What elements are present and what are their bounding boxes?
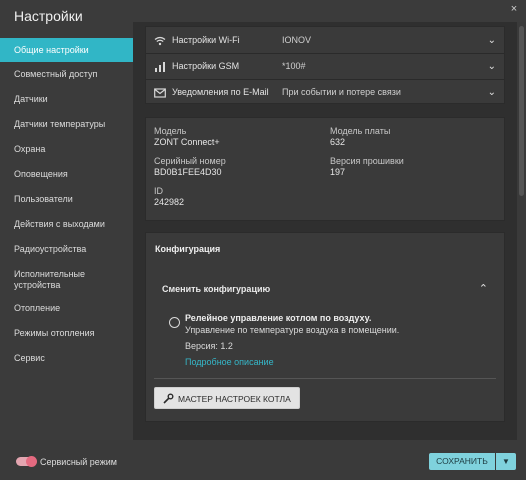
- configuration-title: Конфигурация: [155, 244, 221, 254]
- sidebar-item-temperature-sensors[interactable]: Датчики температуры: [0, 114, 133, 134]
- wifi-label: Настройки Wi-Fi: [172, 35, 240, 45]
- sidebar-item-users[interactable]: Пользователи: [0, 189, 133, 209]
- email-value: При событии и потере связи: [282, 87, 401, 97]
- chevron-up-icon: ⌃: [478, 283, 488, 295]
- sidebar-item-heating[interactable]: Отопление: [0, 298, 133, 318]
- chevron-down-icon: ⌄: [487, 61, 496, 72]
- service-mode-toggle[interactable]: [16, 456, 37, 467]
- settings-dialog: Настройки × Общие настройки Совместный д…: [0, 0, 526, 480]
- close-icon[interactable]: ×: [508, 3, 520, 15]
- gsm-label: Настройки GSM: [172, 61, 240, 71]
- sidebar-item-sharing[interactable]: Совместный доступ: [0, 64, 133, 84]
- configuration-radio[interactable]: [169, 317, 180, 328]
- caret-down-icon: ▼: [502, 457, 510, 466]
- divider: [154, 378, 496, 379]
- device-info-card: Модель ZONT Connect+ Модель платы 632 Се…: [145, 117, 505, 221]
- id-label: ID: [154, 186, 163, 196]
- email-notifications-row[interactable]: Уведомления по E-Mail При событии и поте…: [146, 80, 504, 105]
- option-version: Версия: 1.2: [185, 341, 233, 351]
- details-link[interactable]: Подробное описание: [185, 356, 399, 368]
- change-configuration-label: Сменить конфигурацию: [162, 284, 271, 294]
- change-configuration-header[interactable]: Сменить конфигурацию ⌃: [146, 278, 504, 300]
- dialog-title: Настройки: [14, 8, 83, 24]
- chevron-down-icon: ⌄: [487, 35, 496, 46]
- board-label: Модель платы: [330, 126, 391, 136]
- sidebar-item-radio-devices[interactable]: Радиоустройства: [0, 239, 133, 259]
- service-mode-label: Сервисный режим: [40, 457, 117, 467]
- wifi-settings-row[interactable]: Настройки Wi-Fi IONOV ⌄: [146, 28, 504, 54]
- model-value: ZONT Connect+: [154, 137, 220, 147]
- firmware-value: 197: [330, 167, 346, 177]
- dialog-footer: Сервисный режим СОХРАНИТЬ ▼: [0, 440, 526, 480]
- boiler-wizard-label: МАСТЕР НАСТРОЕК КОТЛА: [178, 394, 291, 404]
- sidebar-item-notifications[interactable]: Оповещения: [0, 164, 133, 184]
- sidebar-item-output-actions[interactable]: Действия с выходами: [0, 214, 133, 234]
- sidebar-item-actuators[interactable]: Исполнительные устройства: [0, 269, 100, 293]
- main-panel: Настройки Wi-Fi IONOV ⌄ Настройки GSM *1…: [133, 22, 517, 440]
- sidebar-item-heating-modes[interactable]: Режимы отопления: [0, 323, 133, 343]
- scrollbar[interactable]: [517, 22, 526, 440]
- sidebar-item-security[interactable]: Охрана: [0, 139, 133, 159]
- configuration-card: Конфигурация Сменить конфигурацию ⌃ Реле…: [145, 232, 505, 422]
- wrench-icon: [163, 393, 174, 406]
- scrollbar-thumb[interactable]: [519, 26, 524, 196]
- model-label: Модель: [154, 126, 187, 136]
- option-description: Управление по температуре воздуха в поме…: [185, 325, 400, 335]
- chevron-down-icon: ⌄: [487, 87, 496, 98]
- boiler-wizard-button[interactable]: МАСТЕР НАСТРОЕК КОТЛА: [154, 387, 300, 409]
- sidebar-item-sensors[interactable]: Датчики: [0, 89, 133, 109]
- sidebar-item-general[interactable]: Общие настройки: [0, 38, 133, 62]
- wifi-icon: [154, 28, 166, 53]
- sidebar-nav: Общие настройки Совместный доступ Датчик…: [0, 36, 133, 440]
- id-value: 242982: [154, 197, 185, 207]
- toggle-knob: [26, 456, 37, 467]
- signal-icon: [154, 54, 166, 79]
- wifi-value: IONOV: [282, 35, 312, 45]
- save-dropdown-button[interactable]: ▼: [496, 453, 516, 470]
- serial-label: Серийный номер: [154, 156, 226, 166]
- option-title: Релейное управление котлом по воздуху.: [185, 313, 372, 323]
- serial-value: BD0B1FEE4D30: [154, 167, 222, 177]
- connections-card: Настройки Wi-Fi IONOV ⌄ Настройки GSM *1…: [145, 26, 505, 104]
- gsm-value: *100#: [282, 61, 306, 71]
- firmware-label: Версия прошивки: [330, 156, 404, 166]
- email-label: Уведомления по E-Mail: [172, 87, 269, 97]
- gsm-settings-row[interactable]: Настройки GSM *100# ⌄: [146, 54, 504, 80]
- mail-icon: [154, 80, 166, 105]
- sidebar-item-service[interactable]: Сервис: [0, 348, 133, 368]
- save-button[interactable]: СОХРАНИТЬ: [429, 453, 495, 470]
- board-value: 632: [330, 137, 346, 147]
